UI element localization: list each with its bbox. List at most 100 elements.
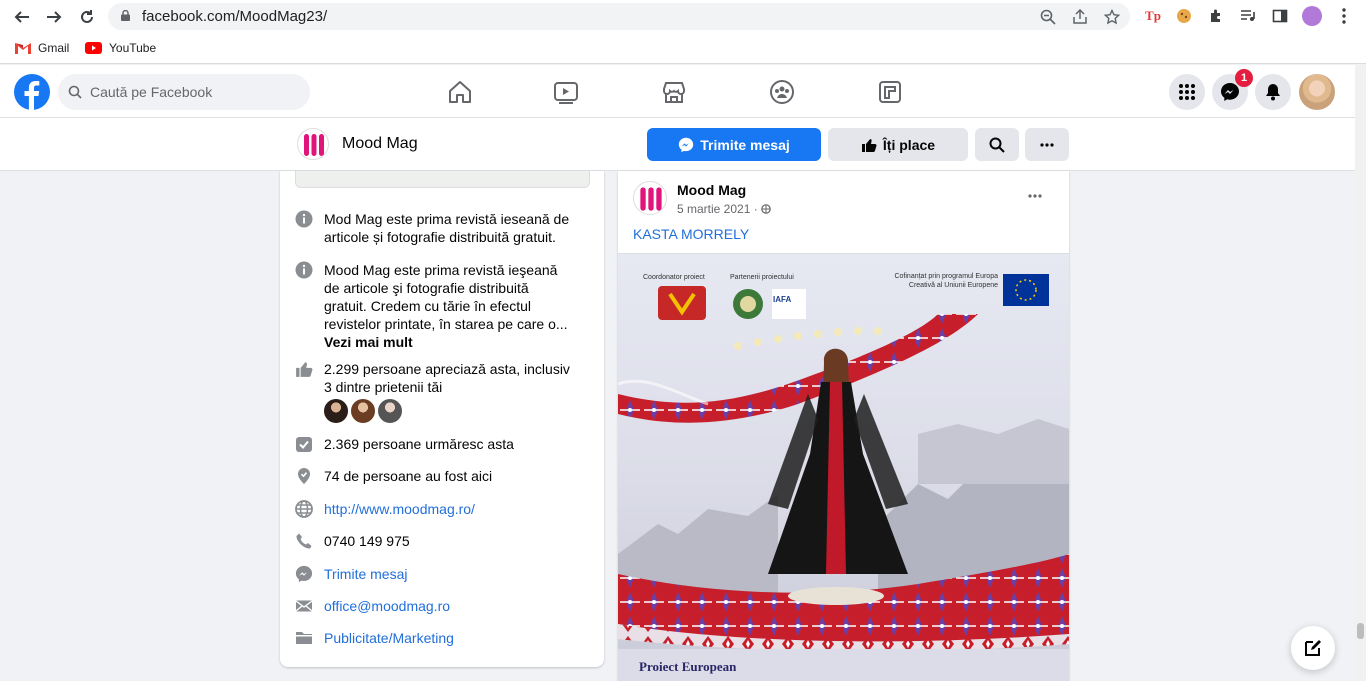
image-coordinator-label: Coordonator proiect	[643, 274, 705, 281]
gaming-icon[interactable]	[877, 79, 903, 105]
gmail-icon	[15, 43, 31, 54]
image-cofinance-label: Cofinanțat prin programul Europa Creativ…	[894, 273, 998, 289]
bookmark-gmail[interactable]: Gmail	[15, 41, 69, 55]
back-icon[interactable]	[9, 4, 35, 30]
bookmark-star-icon[interactable]	[1104, 9, 1120, 25]
followers-text: 2.369 persoane urmăresc asta	[324, 436, 514, 452]
url-text: facebook.com/MoodMag23/	[142, 8, 328, 25]
page-title[interactable]: Mood Mag	[342, 135, 418, 153]
address-bar[interactable]: facebook.com/MoodMag23/	[108, 3, 1130, 30]
facebook-topbar: Caută pe Facebook 1	[0, 65, 1355, 118]
send-message-button[interactable]: Trimite mesaj	[647, 128, 821, 161]
new-message-compose-button[interactable]	[1291, 626, 1335, 670]
messenger-icon	[295, 565, 313, 583]
long-description-text: Mood Mag este prima revistă ieşeană de a…	[324, 262, 568, 332]
profile-avatar-icon[interactable]	[1302, 6, 1322, 26]
more-options-button[interactable]	[1025, 128, 1069, 161]
info-send-message: Trimite mesaj	[295, 565, 595, 583]
search-icon	[68, 85, 82, 99]
image-bottom-title: Proiect European	[639, 659, 737, 674]
info-long-description: Mood Mag este prima revistă ieşeană de a…	[295, 261, 595, 351]
page-scrollbar[interactable]	[1355, 65, 1366, 681]
post-author-avatar[interactable]	[633, 181, 667, 215]
globe-icon	[295, 500, 313, 518]
post-image[interactable]: Coordonator proiect Partenerii proiectul…	[618, 253, 1069, 681]
like-label: Îți place	[882, 136, 936, 153]
thumbs-up-icon	[296, 362, 313, 377]
info-icon	[295, 261, 313, 279]
tp-extension-icon[interactable]: Tp	[1143, 6, 1163, 26]
friend-avatar[interactable]	[377, 398, 403, 424]
scrollbar-thumb[interactable]	[1357, 623, 1364, 639]
home-icon[interactable]	[447, 79, 473, 105]
extensions-puzzle-icon[interactable]	[1206, 6, 1226, 26]
likes-text: 2.299 persoane apreciază asta, inclusiv …	[324, 361, 570, 395]
send-message-link[interactable]: Trimite mesaj	[324, 565, 574, 583]
bookmark-label: YouTube	[109, 41, 157, 55]
bookmark-youtube[interactable]: YouTube	[85, 41, 156, 55]
friend-avatar[interactable]	[350, 398, 376, 424]
page-search-button[interactable]	[975, 128, 1019, 161]
like-page-button[interactable]: Îți place	[828, 128, 968, 161]
info-likes: 2.299 persoane apreciază asta, inclusiv …	[295, 360, 595, 424]
image-partners-label: Partenerii proiectului	[730, 274, 794, 281]
reload-icon[interactable]	[74, 4, 100, 30]
mood-mag-logo[interactable]	[297, 128, 329, 160]
map-preview[interactable]	[295, 171, 590, 188]
checkins-text: 74 de persoane au fost aici	[324, 468, 493, 484]
info-icon	[295, 210, 313, 228]
media-control-icon[interactable]	[1238, 6, 1258, 26]
info-website: http://www.moodmag.ro/	[295, 500, 595, 518]
phone-icon	[296, 533, 312, 549]
facebook-search[interactable]: Caută pe Facebook	[58, 74, 310, 110]
forward-icon[interactable]	[41, 4, 67, 30]
bookmark-label: Gmail	[38, 41, 70, 55]
side-panel-icon[interactable]	[1270, 6, 1290, 26]
info-checkins: 74 de persoane au fost aici	[295, 467, 595, 485]
post-text-link[interactable]: KASTA MORRELY	[633, 226, 749, 242]
post-author-name[interactable]: Mood Mag	[677, 182, 746, 198]
messenger-icon	[679, 137, 694, 152]
thumbs-up-icon	[861, 138, 877, 152]
category-link[interactable]: Publicitate/Marketing	[324, 629, 574, 647]
search-icon	[989, 137, 1005, 153]
category-icon	[296, 632, 312, 644]
envelope-icon	[295, 600, 313, 612]
menu-grid-icon[interactable]	[1169, 74, 1205, 110]
facebook-logo-icon[interactable]	[14, 74, 50, 110]
groups-icon[interactable]	[769, 79, 795, 105]
info-followers: 2.369 persoane urmăresc asta	[295, 435, 595, 453]
location-pin-icon	[298, 468, 310, 484]
see-more-link[interactable]: Vezi mai mult	[324, 334, 413, 350]
post-date[interactable]: 5 martie 2021 ·	[677, 202, 771, 216]
youtube-icon	[85, 42, 102, 54]
page-header: Mood Mag Trimite mesaj Îți place	[0, 118, 1355, 171]
short-description-text: Mod Mag este prima revistă ieseană de ar…	[324, 211, 570, 245]
cookie-extension-icon[interactable]	[1174, 6, 1194, 26]
website-link[interactable]: http://www.moodmag.ro/	[324, 500, 574, 518]
bookmarks-bar: Gmail YouTube	[0, 33, 1366, 64]
zoom-icon[interactable]	[1040, 9, 1056, 25]
info-phone: 0740 149 975	[295, 532, 595, 550]
account-avatar[interactable]	[1299, 74, 1335, 110]
image-partner-logo: IAFA	[773, 295, 792, 304]
browser-toolbar: facebook.com/MoodMag23/ Tp	[0, 0, 1366, 33]
more-dots-icon	[1040, 142, 1054, 147]
notifications-bell-icon[interactable]	[1255, 74, 1291, 110]
friend-avatar[interactable]	[323, 398, 349, 424]
watch-video-icon[interactable]	[553, 79, 579, 105]
messenger-unread-badge: 1	[1235, 69, 1253, 87]
marketplace-icon[interactable]	[661, 79, 687, 105]
info-category: Publicitate/Marketing	[295, 629, 595, 647]
post-date-text: 5 martie 2021	[677, 202, 751, 216]
intro-card: Mod Mag este prima revistă ieseană de ar…	[280, 171, 604, 667]
menu-kebab-icon[interactable]	[1334, 6, 1354, 26]
post-options-icon[interactable]	[1028, 185, 1048, 205]
share-icon[interactable]	[1072, 9, 1088, 25]
public-globe-icon	[761, 204, 771, 214]
compose-edit-icon	[1305, 640, 1321, 656]
post-card: Mood Mag 5 martie 2021 · KASTA MORRELY C…	[618, 171, 1069, 681]
email-link[interactable]: office@moodmag.ro	[324, 597, 574, 615]
info-short-description: Mod Mag este prima revistă ieseană de ar…	[295, 210, 595, 250]
phone-text: 0740 149 975	[324, 533, 410, 549]
